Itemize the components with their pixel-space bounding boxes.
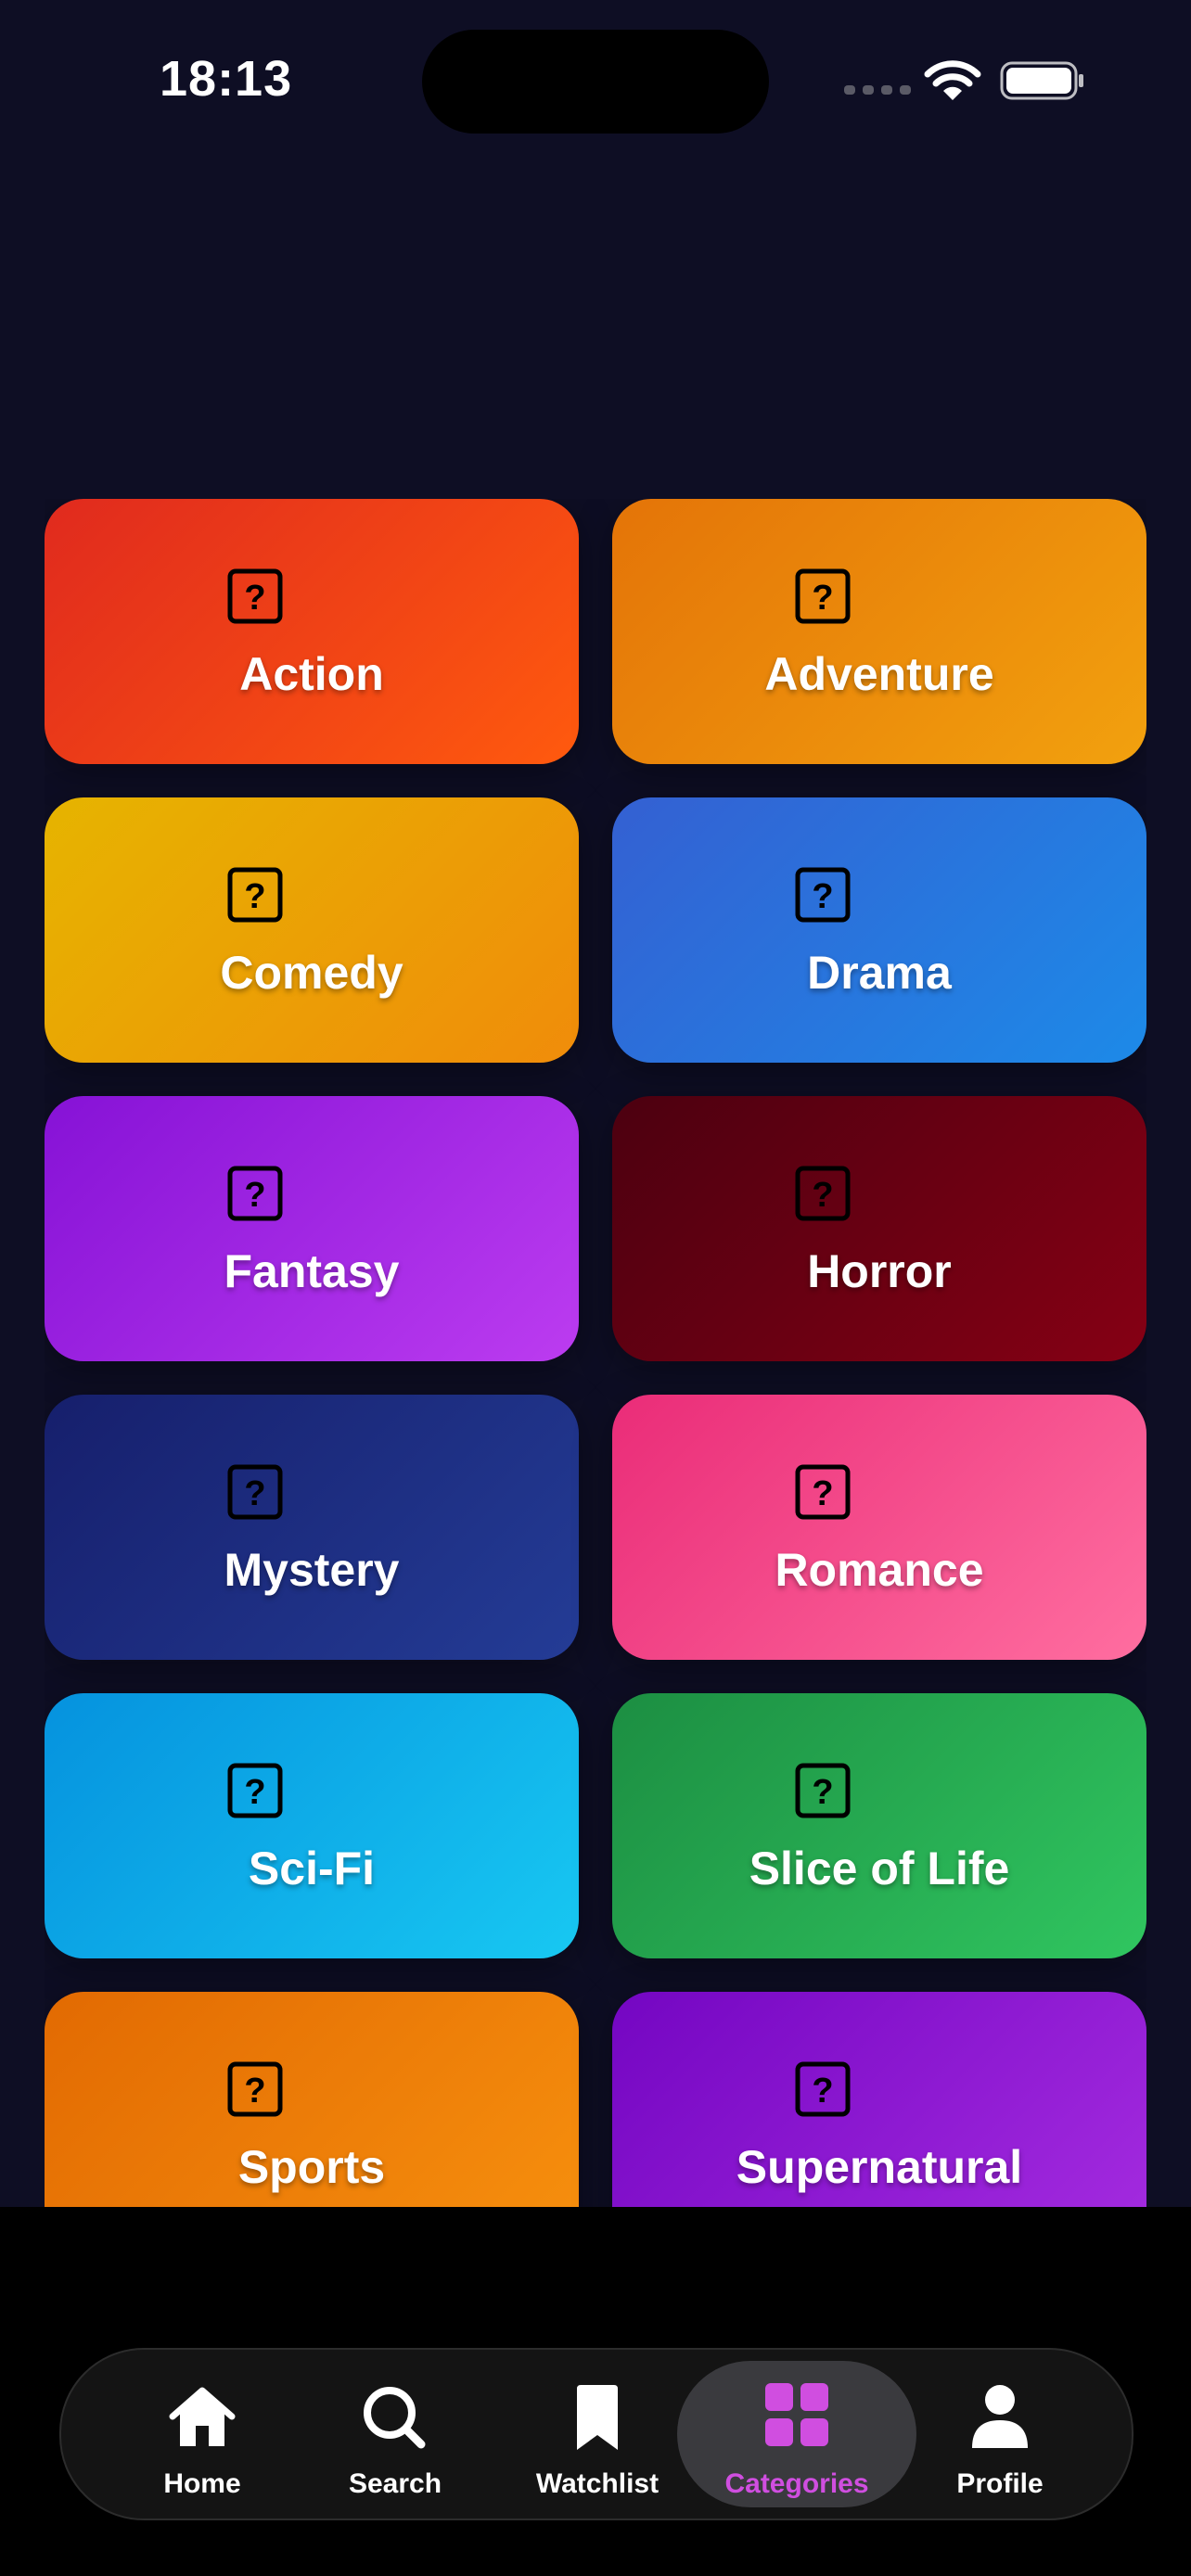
person-icon bbox=[972, 2385, 1028, 2448]
category-card-slice-of-life[interactable]: ? Slice of Life bbox=[612, 1693, 1146, 1958]
tab-search[interactable]: Search bbox=[293, 2350, 497, 2519]
question-icon: ? bbox=[227, 1166, 283, 1221]
question-icon: ? bbox=[227, 867, 283, 923]
category-card-sports[interactable]: ? Sports bbox=[45, 1992, 579, 2207]
category-grid: ? Action ? Adventure ? Comedy ? Drama ? … bbox=[45, 499, 1146, 2207]
category-card-romance[interactable]: ? Romance bbox=[612, 1395, 1146, 1660]
question-icon: ? bbox=[795, 568, 851, 624]
category-card-supernatural[interactable]: ? Supernatural bbox=[612, 1992, 1146, 2207]
question-icon: ? bbox=[227, 1763, 283, 1818]
tab-watchlist[interactable]: Watchlist bbox=[495, 2350, 699, 2519]
category-card-horror[interactable]: ? Horror bbox=[612, 1096, 1146, 1361]
question-icon: ? bbox=[795, 1763, 851, 1818]
cellular-signal-icon bbox=[844, 85, 911, 95]
grid-icon bbox=[765, 2383, 828, 2446]
category-card-action[interactable]: ? Action bbox=[45, 499, 579, 764]
svg-text:?: ? bbox=[244, 579, 265, 618]
tab-categories[interactable]: Categories bbox=[677, 2350, 916, 2519]
category-label: Sports bbox=[237, 2141, 386, 2193]
svg-text:?: ? bbox=[244, 1474, 265, 1513]
tab-home[interactable]: Home bbox=[100, 2350, 304, 2519]
category-label: Adventure bbox=[764, 648, 994, 700]
svg-text:?: ? bbox=[812, 1474, 833, 1513]
category-label: Comedy bbox=[220, 947, 403, 999]
svg-text:?: ? bbox=[812, 877, 833, 916]
question-icon: ? bbox=[227, 1464, 283, 1520]
category-label: Mystery bbox=[224, 1544, 400, 1596]
tab-label: Search bbox=[348, 2468, 442, 2499]
question-icon: ? bbox=[227, 568, 283, 624]
svg-text:?: ? bbox=[812, 579, 833, 618]
svg-text:?: ? bbox=[244, 1176, 265, 1215]
wifi-icon bbox=[924, 60, 981, 100]
category-card-comedy[interactable]: ? Comedy bbox=[45, 797, 579, 1063]
category-label: Slice of Life bbox=[749, 1843, 1010, 1894]
category-card-drama[interactable]: ? Drama bbox=[612, 797, 1146, 1063]
home-icon bbox=[169, 2387, 236, 2446]
svg-text:?: ? bbox=[812, 1773, 833, 1812]
svg-text:?: ? bbox=[244, 877, 265, 916]
question-icon: ? bbox=[795, 2061, 851, 2117]
svg-text:?: ? bbox=[244, 1773, 265, 1812]
category-card-fantasy[interactable]: ? Fantasy bbox=[45, 1096, 579, 1361]
category-label: Action bbox=[239, 648, 384, 700]
category-label: Drama bbox=[807, 947, 952, 999]
category-label: Horror bbox=[807, 1245, 952, 1297]
bookmark-icon bbox=[577, 2385, 618, 2450]
category-label: Sci-Fi bbox=[248, 1843, 376, 1894]
search-icon bbox=[364, 2387, 426, 2449]
tab-label: Categories bbox=[724, 2468, 869, 2499]
question-icon: ? bbox=[795, 867, 851, 923]
question-icon: ? bbox=[795, 1166, 851, 1221]
category-label: Fantasy bbox=[224, 1245, 400, 1297]
question-icon: ? bbox=[795, 1464, 851, 1520]
tab-label: Profile bbox=[956, 2468, 1044, 2499]
svg-text:?: ? bbox=[812, 1176, 833, 1215]
category-card-sci-fi[interactable]: ? Sci-Fi bbox=[45, 1693, 579, 1958]
status-bar: 18:13 bbox=[0, 0, 1191, 158]
dynamic-island bbox=[422, 30, 769, 134]
category-label: Supernatural bbox=[736, 2141, 1023, 2193]
tab-label: Watchlist bbox=[535, 2468, 660, 2499]
tab-bar: Home Search Watchlist Categories Profile bbox=[59, 2348, 1133, 2520]
status-time: 18:13 bbox=[160, 51, 293, 107]
category-card-mystery[interactable]: ? Mystery bbox=[45, 1395, 579, 1660]
category-card-adventure[interactable]: ? Adventure bbox=[612, 499, 1146, 764]
category-label: Romance bbox=[775, 1544, 984, 1596]
svg-text:?: ? bbox=[244, 2072, 265, 2111]
svg-text:?: ? bbox=[812, 2072, 833, 2111]
battery-icon bbox=[1000, 61, 1083, 100]
question-icon: ? bbox=[227, 2061, 283, 2117]
tab-profile[interactable]: Profile bbox=[898, 2350, 1102, 2519]
tab-label: Home bbox=[163, 2468, 241, 2499]
